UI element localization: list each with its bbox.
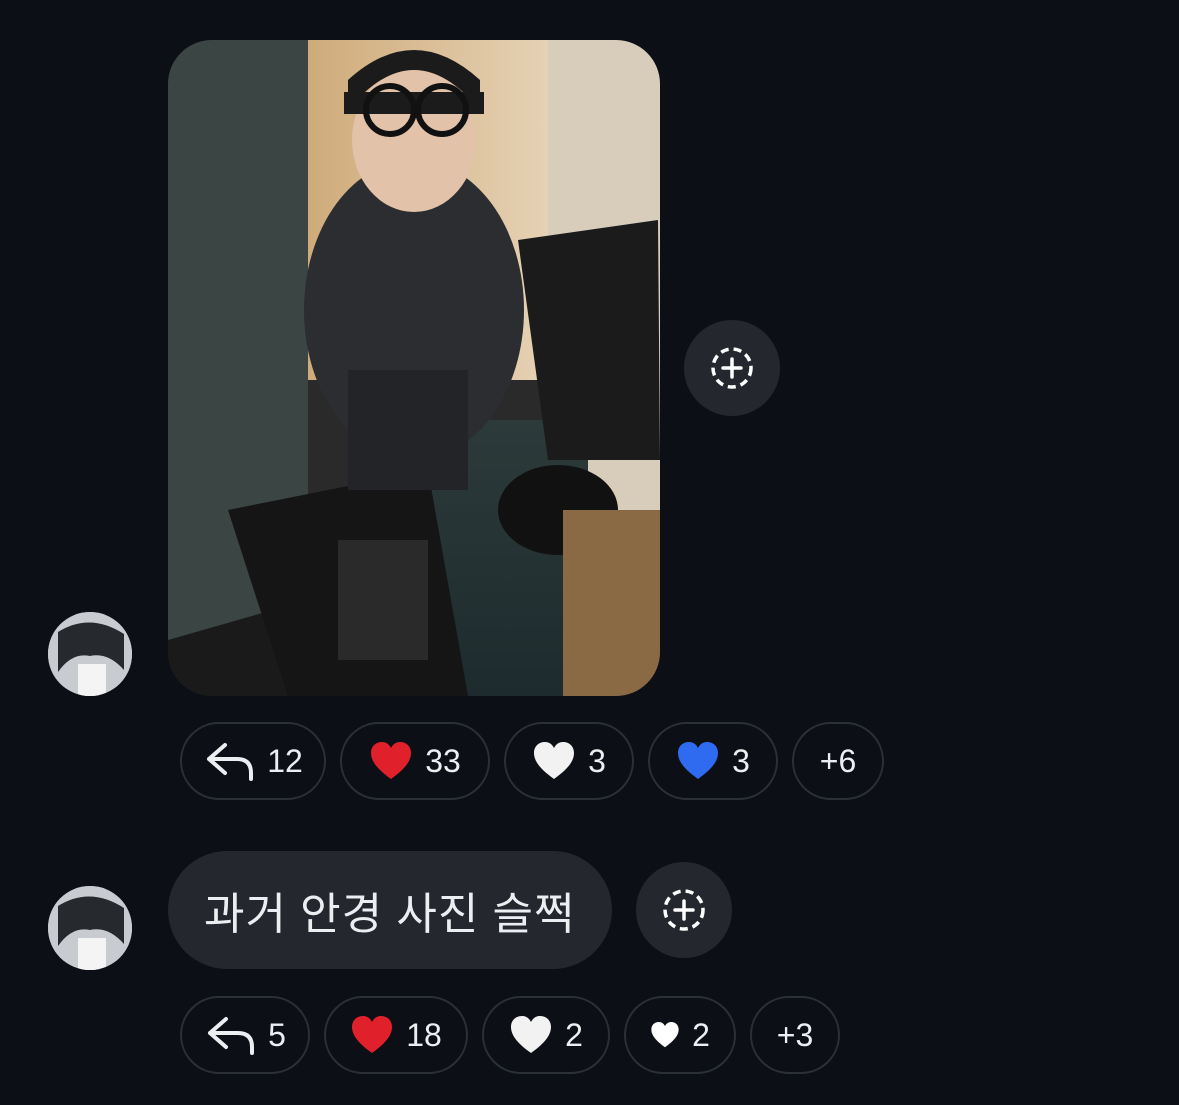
white-heart-reaction-chip[interactable]: 3 [504,722,634,800]
add-reaction-button[interactable] [636,862,732,958]
small-white-heart-icon [650,1021,680,1049]
white-heart-icon [509,1015,553,1055]
avatar-image [48,886,132,970]
sender-avatar[interactable] [48,612,132,696]
photo-image [168,40,660,696]
red-heart-reaction-chip[interactable]: 18 [324,996,468,1074]
reaction-bar-2: 5 18 2 2 +3 [180,996,840,1074]
reaction-count: 2 [565,1016,583,1053]
red-heart-icon [350,1015,394,1055]
reaction-count: 3 [732,742,750,779]
message-text: 과거 안경 사진 슬쩍 [204,890,576,939]
red-heart-reaction-chip[interactable]: 33 [340,722,490,800]
reaction-count: 18 [406,1016,442,1053]
sender-avatar[interactable] [48,886,132,970]
more-reactions-count: +6 [819,742,857,779]
red-heart-icon [369,741,413,781]
reaction-count: 12 [267,742,303,779]
avatar-image [48,612,132,696]
reply-icon [203,739,255,783]
reaction-count: 33 [425,742,461,779]
add-reaction-icon [663,889,705,931]
blue-heart-reaction-chip[interactable]: 3 [648,722,778,800]
photo-message[interactable] [168,40,660,696]
reaction-bar-1: 12 33 3 3 +6 [180,722,884,800]
reaction-count: 3 [588,742,606,779]
more-reactions-chip[interactable]: +3 [750,996,840,1074]
more-reactions-chip[interactable]: +6 [792,722,884,800]
reaction-count: 5 [268,1016,286,1053]
text-message-bubble[interactable]: 과거 안경 사진 슬쩍 [168,851,612,969]
reply-reaction-chip[interactable]: 5 [180,996,310,1074]
reply-icon [204,1013,256,1057]
white-heart-reaction-chip[interactable]: 2 [482,996,610,1074]
reply-reaction-chip[interactable]: 12 [180,722,326,800]
reaction-count: 2 [692,1016,710,1053]
blue-heart-icon [676,741,720,781]
small-white-heart-reaction-chip[interactable]: 2 [624,996,736,1074]
add-reaction-icon [711,347,753,389]
more-reactions-count: +3 [776,1016,814,1053]
white-heart-icon [532,741,576,781]
add-reaction-button[interactable] [684,320,780,416]
